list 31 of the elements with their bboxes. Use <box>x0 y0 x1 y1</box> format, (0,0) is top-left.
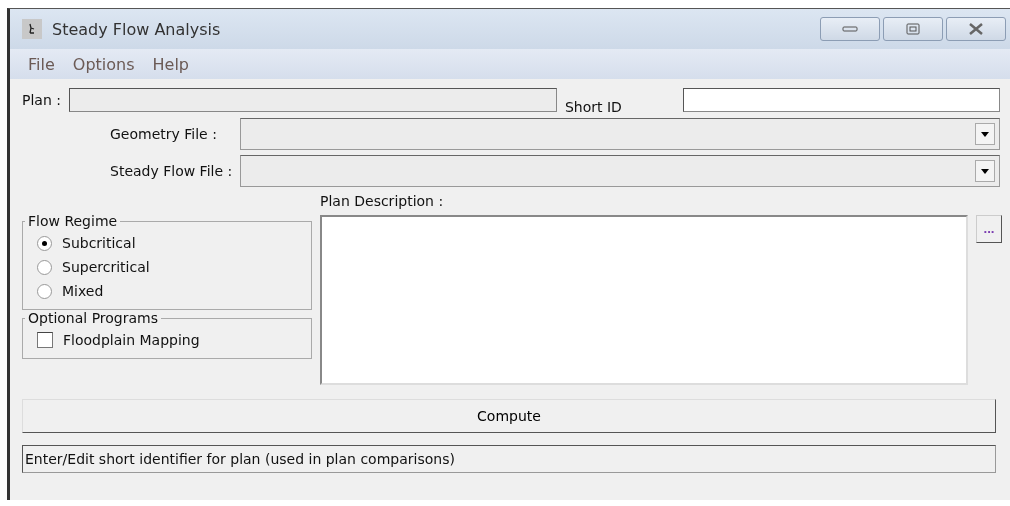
option-label: Subcritical <box>62 235 136 251</box>
steady-flow-file-label: Steady Flow File : <box>109 162 234 179</box>
app-icon <box>22 19 42 39</box>
short-id-label: Short ID <box>564 99 623 115</box>
window-title: Steady Flow Analysis <box>52 19 221 39</box>
option-label: Supercritical <box>62 259 150 275</box>
plan-description-field[interactable] <box>320 215 968 385</box>
optional-programs-title: Optional Programs <box>27 310 159 326</box>
compute-button[interactable]: Compute <box>22 399 996 433</box>
menu-item[interactable]: Options <box>72 54 135 74</box>
status-bar: Enter/Edit short identifier for plan (used in plan comparisons) <box>22 445 996 473</box>
plan-label: Plan : <box>22 92 61 108</box>
radio-button[interactable] <box>37 235 52 251</box>
radio-button[interactable] <box>37 259 52 275</box>
checkbox[interactable] <box>37 332 53 348</box>
flow-regime-title: Flow Regime <box>27 213 119 229</box>
menu-item[interactable]: File <box>28 54 55 74</box>
geometry-file-label: Geometry File : <box>109 125 218 142</box>
geometry-file-dropdown[interactable] <box>240 117 1000 150</box>
checkbox-label: Floodplain Mapping <box>63 332 200 348</box>
steady-flow-file-dropdown[interactable] <box>240 154 1000 187</box>
minimize-icon <box>842 25 858 33</box>
close-icon <box>968 23 984 35</box>
option-label: Mixed <box>62 283 104 299</box>
menu-item[interactable]: Help <box>152 54 189 74</box>
more-button[interactable]: ... <box>976 215 1002 243</box>
radio-button[interactable] <box>37 283 52 299</box>
short-id-field[interactable] <box>682 88 1000 112</box>
maximize-icon <box>906 23 920 35</box>
plan-description-label: Plan Description : <box>320 193 445 211</box>
close-button[interactable] <box>946 17 1006 41</box>
